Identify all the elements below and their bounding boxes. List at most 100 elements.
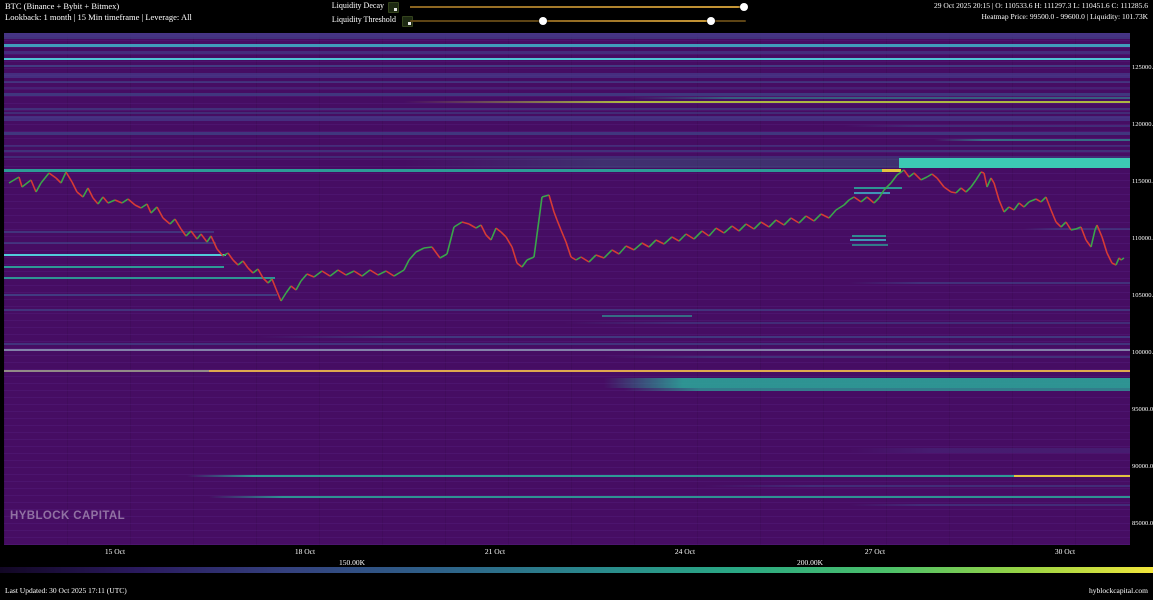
price-segment — [589, 255, 596, 262]
price-segment — [612, 250, 619, 254]
liquidity-threshold-low-handle[interactable] — [539, 17, 547, 25]
price-segment — [258, 269, 263, 278]
price-segment — [228, 253, 233, 260]
price-segment — [416, 248, 424, 252]
price-tick-label: 105000.0 — [1132, 292, 1153, 299]
price-segment — [1056, 222, 1061, 227]
price-segment — [72, 182, 77, 192]
price-segment — [932, 174, 937, 178]
price-segment — [944, 187, 951, 192]
price-segment — [61, 172, 66, 183]
price-segment — [642, 243, 649, 247]
price-segment — [776, 220, 784, 225]
price-segment — [128, 199, 135, 205]
price-segment — [999, 200, 1004, 212]
price-segment — [1116, 258, 1119, 265]
price-segment — [272, 279, 276, 289]
price-tick-label: 125000.0 — [1132, 64, 1153, 71]
price-segment — [469, 224, 476, 228]
price-segment — [296, 281, 301, 290]
price-segment — [186, 231, 191, 236]
price-segment — [566, 242, 571, 257]
price-segment — [702, 231, 709, 236]
liquidity-decay-fill — [410, 6, 744, 8]
price-tick-label: 90000.0 — [1132, 463, 1153, 470]
price-segment — [836, 205, 844, 210]
price-segment — [909, 173, 914, 177]
price-segment — [672, 237, 679, 241]
price-segment — [211, 236, 217, 249]
header-bar: BTC (Binance + Bybit + Bitmex) Lookback:… — [0, 0, 1153, 33]
price-segment — [135, 205, 141, 208]
price-segment — [1051, 210, 1056, 222]
price-segment — [656, 240, 664, 244]
liquidity-threshold-slider[interactable] — [410, 20, 746, 22]
price-segment — [301, 274, 307, 281]
price-segment — [141, 204, 147, 208]
liquidity-decay-slider[interactable] — [410, 6, 746, 8]
price-segment — [971, 180, 976, 187]
price-segment — [151, 207, 157, 213]
price-segment — [561, 230, 566, 242]
liquidity-decay-row: Liquidity Decay — [0, 1, 760, 13]
price-segment — [1086, 240, 1091, 247]
liquidity-threshold-fill — [543, 20, 711, 22]
price-segment — [486, 235, 491, 240]
price-segment — [233, 260, 238, 265]
price-segment — [891, 175, 897, 183]
site-link[interactable]: hyblockcapital.com — [1089, 586, 1148, 595]
price-segment — [386, 271, 394, 276]
price-segment — [362, 270, 370, 276]
price-segment — [517, 263, 522, 267]
price-segment — [506, 237, 512, 247]
date-tick-label: 30 Oct — [1055, 547, 1075, 556]
price-segment — [1041, 197, 1046, 202]
liquidity-threshold-high-handle[interactable] — [707, 17, 715, 25]
price-tick-label: 100000.0 — [1132, 349, 1153, 356]
price-segment — [956, 188, 961, 193]
price-segment — [307, 274, 314, 277]
price-segment — [694, 231, 702, 239]
price-segment — [243, 261, 248, 268]
price-segment — [163, 218, 170, 224]
price-segment — [921, 177, 927, 180]
liquidity-decay-handle[interactable] — [740, 3, 748, 11]
liquidity-threshold-row: Liquidity Threshold — [0, 15, 760, 27]
price-segment — [481, 225, 486, 235]
price-segment — [951, 192, 956, 193]
price-segment — [338, 270, 346, 275]
price-segment — [263, 278, 268, 283]
price-segment — [314, 271, 322, 277]
price-segment — [732, 226, 739, 231]
watermark: HYBLOCK CAPITAL — [10, 510, 125, 522]
price-segment — [170, 219, 175, 224]
price-segment — [22, 180, 31, 187]
price-segment — [1081, 227, 1086, 240]
colorbar-tick-label: 200.00K — [797, 558, 823, 567]
price-segment — [649, 240, 656, 247]
price-segment — [1119, 258, 1121, 260]
liquidity-decay-toggle-icon[interactable] — [388, 2, 399, 13]
price-segment — [576, 257, 581, 260]
price-segment — [41, 173, 49, 183]
date-tick-label: 21 Oct — [485, 547, 505, 556]
price-tick-label: 115000.0 — [1132, 178, 1153, 185]
price-segment — [378, 271, 386, 275]
price-segment — [191, 231, 197, 239]
price-segment — [987, 178, 991, 187]
price-segment — [424, 247, 432, 248]
price-segment — [370, 270, 378, 275]
price-segment — [849, 197, 854, 200]
price-segment — [534, 197, 542, 257]
price-segment — [784, 218, 791, 225]
price-segment — [496, 228, 501, 232]
price-segment — [77, 192, 83, 197]
price-segment — [354, 271, 362, 276]
price-segment — [814, 214, 821, 221]
price-segment — [1009, 207, 1014, 210]
price-segment — [994, 183, 999, 200]
heatmap-plot[interactable]: HYBLOCK CAPITAL — [4, 33, 1130, 545]
price-segment — [83, 188, 88, 197]
price-segment — [724, 226, 732, 233]
price-segment — [1024, 202, 1029, 207]
